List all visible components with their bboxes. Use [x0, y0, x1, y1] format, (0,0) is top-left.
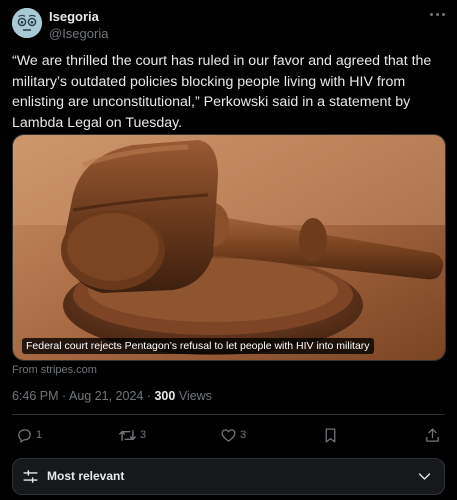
reply-button[interactable]: 1: [16, 424, 42, 446]
chevron-down-icon: [418, 473, 431, 480]
sort-label: Most relevant: [47, 469, 125, 483]
author-handle[interactable]: @Isegoria: [49, 26, 108, 41]
views-count: 300: [154, 389, 176, 403]
avatar-face-icon: [12, 8, 42, 38]
link-source[interactable]: From stripes.com: [12, 364, 97, 376]
share-icon: [426, 427, 439, 442]
divider: [12, 414, 445, 415]
tweet-text: “We are thrilled the court has ruled in …: [12, 53, 432, 131]
more-options-icon[interactable]: [425, 4, 449, 24]
sort-replies-dropdown[interactable]: Most relevant: [12, 458, 445, 495]
media-caption: Federal court rejects Pentagon’s refusal…: [22, 338, 374, 354]
link-card-image[interactable]: Federal court rejects Pentagon’s refusal…: [12, 134, 446, 361]
author-avatar[interactable]: [12, 8, 42, 38]
reply-icon: [18, 428, 31, 443]
like-button[interactable]: 3: [220, 424, 246, 446]
reply-count: 1: [36, 429, 43, 441]
meta-separator: ·: [58, 389, 69, 403]
gavel-image: [13, 135, 445, 360]
repost-count: 3: [140, 429, 147, 441]
sliders-icon: [23, 470, 38, 483]
share-button[interactable]: [424, 424, 441, 446]
author-name[interactable]: Isegoria: [49, 9, 99, 24]
post-date[interactable]: Aug 21, 2024: [69, 389, 143, 403]
meta-separator-2: ·: [143, 389, 155, 403]
bookmark-button[interactable]: [323, 424, 338, 446]
bookmark-icon: [325, 427, 336, 443]
heart-icon: [221, 428, 236, 442]
repost-icon: [119, 429, 136, 441]
post-meta: 6:46 PM · Aug 21, 2024 · 300 Views: [12, 389, 212, 403]
views-label: Views: [178, 389, 212, 403]
repost-button[interactable]: 3: [118, 424, 146, 446]
post-time[interactable]: 6:46 PM: [12, 389, 59, 403]
like-count: 3: [240, 429, 247, 441]
tweet-post: Isegoria @Isegoria “We are thrilled the …: [0, 0, 457, 500]
